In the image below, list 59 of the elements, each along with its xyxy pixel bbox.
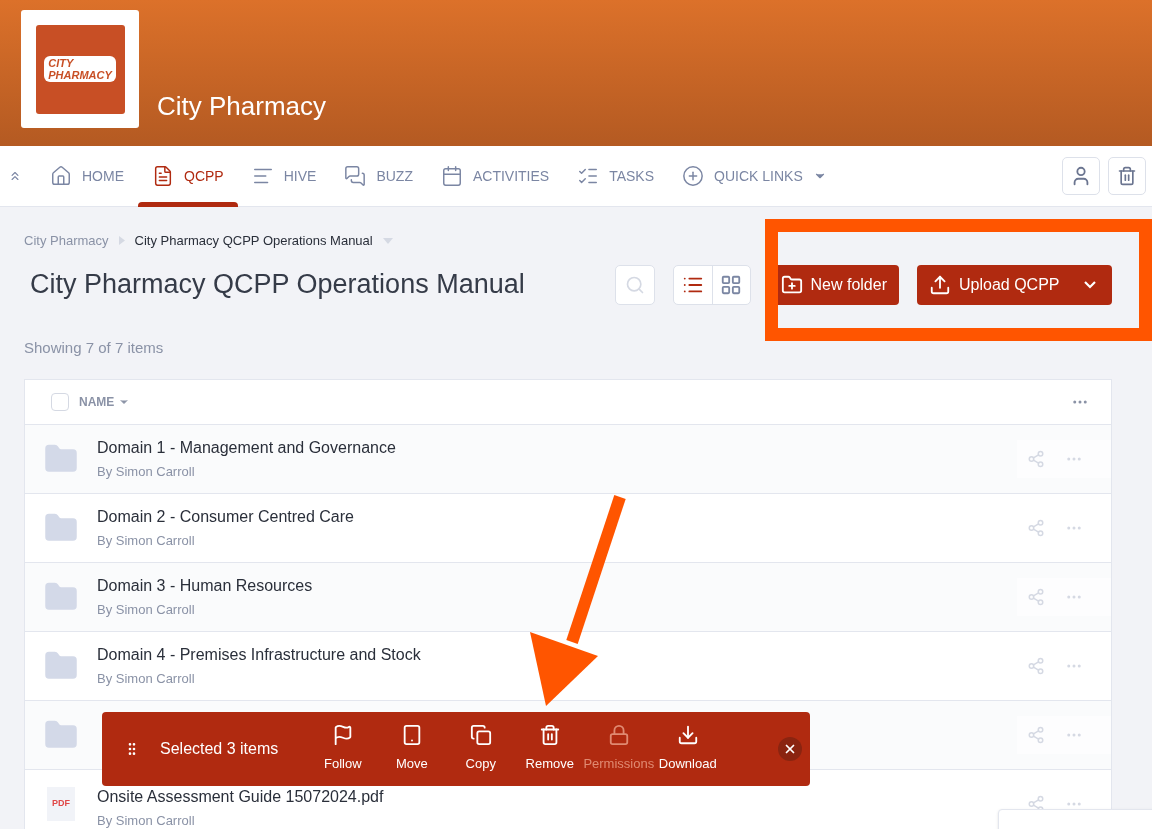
copy-icon (469, 724, 492, 747)
document-icon (152, 165, 174, 187)
toolbar-action[interactable]: Download (653, 724, 723, 774)
share-icon[interactable] (1027, 657, 1045, 675)
calendar-icon (440, 165, 463, 187)
nav-tab[interactable]: HOME (36, 146, 138, 206)
nav-tab[interactable]: QCPP (138, 146, 238, 206)
select-all-checkbox[interactable] (51, 393, 69, 411)
toolbar-action[interactable]: Remove (515, 724, 585, 774)
toolbar-action[interactable]: Move (377, 724, 447, 774)
toolbar-action[interactable]: Follow (308, 724, 378, 774)
item-title[interactable]: Domain 2 - Consumer Centred Care (97, 505, 354, 530)
item-author: By Simon Carroll (97, 670, 195, 689)
breadcrumb-current: City Pharmacy QCPP Operations Manual (134, 232, 373, 250)
item-title[interactable]: Domain 1 - Management and Governance (97, 436, 396, 461)
item-author: By Simon Carroll (97, 463, 195, 482)
collapse-icon[interactable] (8, 169, 22, 183)
nav-tab[interactable]: QUICK LINKS (668, 146, 841, 206)
chevron-down-icon (1084, 280, 1096, 289)
selection-count: Selected 3 items (160, 739, 279, 759)
item-author: By Simon Carroll (97, 601, 195, 620)
item-title[interactable]: Domain 3 - Human Resources (97, 574, 313, 599)
trash-icon (1117, 166, 1137, 186)
nav-tab[interactable]: BUZZ (330, 146, 427, 206)
close-button[interactable] (778, 737, 802, 761)
download-icon (676, 724, 699, 747)
item-author: By Simon Carroll (97, 812, 195, 829)
profile-button[interactable] (1062, 157, 1100, 195)
upload-icon (929, 273, 951, 296)
page-title: City Pharmacy QCPP Operations Manual (30, 268, 525, 302)
item-author: By Simon Carroll (97, 532, 195, 551)
lock-icon (607, 724, 630, 747)
nav-tab[interactable]: ACTIVITIES (426, 146, 564, 206)
item-title[interactable]: Domain 4 - Premises Infrastructure and Stock (97, 643, 421, 668)
close-icon (783, 742, 797, 756)
chat-icon (344, 165, 367, 187)
site-title: City Pharmacy (157, 90, 327, 123)
item-title[interactable]: Onsite Assessment Guide 15072024.pdf (97, 785, 384, 810)
folder-plus-icon (780, 273, 803, 296)
trash-icon (538, 724, 561, 747)
plus-circle-icon (682, 165, 705, 187)
share-icon[interactable] (1027, 450, 1045, 468)
share-icon[interactable] (1027, 519, 1045, 537)
grid-icon (720, 273, 742, 296)
share-icon[interactable] (1027, 726, 1045, 744)
logo-text: CITY PHARMACY (44, 56, 116, 82)
toolbar-action[interactable]: Copy (446, 724, 516, 774)
upload-button[interactable]: Upload QCPP (917, 264, 1112, 305)
item-count: Showing 7 of 7 items (24, 337, 165, 358)
search-icon (624, 274, 645, 295)
trash-button[interactable] (1108, 157, 1146, 195)
home-icon (50, 165, 72, 187)
search-button[interactable] (614, 264, 655, 305)
nav-tab[interactable]: HIVE (237, 146, 331, 206)
nav-tab[interactable]: TASKS (563, 146, 669, 206)
chevron-icon (118, 236, 125, 246)
caret-icon[interactable] (382, 237, 393, 244)
pdf-icon: PDF (47, 787, 75, 821)
share-icon[interactable] (1027, 588, 1045, 606)
